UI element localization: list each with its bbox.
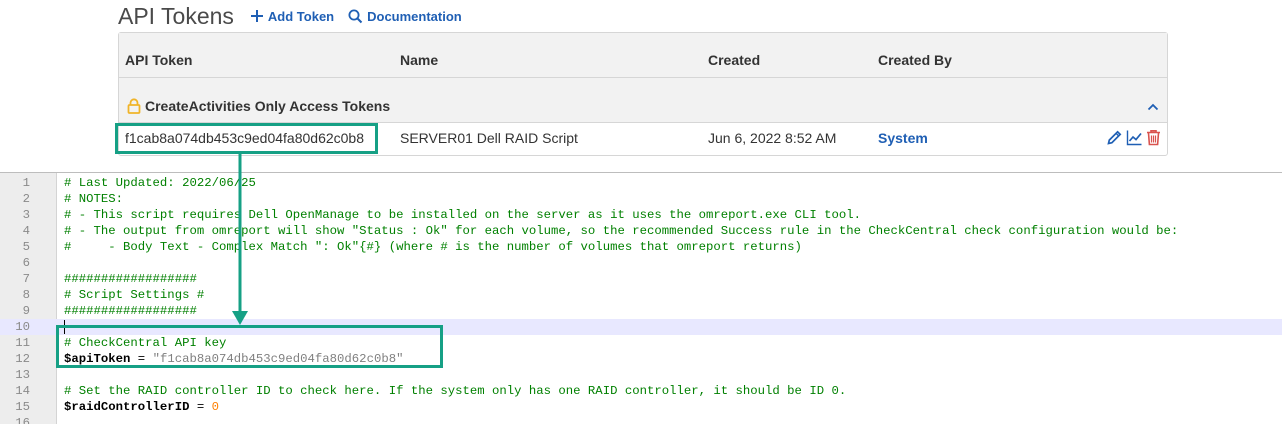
code-line[interactable]: 7 ################## [0, 271, 1282, 287]
code-text: # Last Updated: 2022/06/25 [64, 175, 256, 191]
add-token-button[interactable]: Add Token [250, 9, 334, 24]
table-header: API Token Name Created Created By [119, 33, 1167, 78]
code-text: # Set the RAID controller ID to check he… [64, 383, 846, 399]
code-comment: # - This script requires Dell OpenManage… [64, 208, 861, 222]
line-number: 8 [22, 288, 30, 302]
code-variable: $raidControllerID [64, 400, 190, 414]
pencil-icon[interactable] [1106, 129, 1123, 151]
line-number: 7 [22, 272, 30, 286]
plus-icon [250, 9, 264, 23]
code-line[interactable]: 14 # Set the RAID controller ID to check … [0, 383, 1282, 399]
code-line[interactable]: 15 $raidControllerID = 0 [0, 399, 1282, 415]
line-number: 13 [15, 368, 30, 382]
code-text: # Script Settings # [64, 287, 204, 303]
code-line[interactable]: 2 # NOTES: [0, 191, 1282, 207]
code-comment: # Last Updated: 2022/06/25 [64, 176, 256, 190]
code-comment: # NOTES: [64, 192, 124, 206]
line-number: 1 [22, 176, 30, 190]
chevron-up-icon[interactable] [1147, 98, 1159, 116]
code-comment: # - Body Text - Complex Match ": Ok"{#} … [64, 240, 802, 254]
code-line[interactable]: 4 # - The output from omreport will show … [0, 223, 1282, 239]
code-text: # - This script requires Dell OpenManage… [64, 207, 861, 223]
line-number: 10 [15, 320, 30, 334]
code-number: 0 [211, 400, 219, 414]
code-text: # NOTES: [64, 191, 123, 207]
line-number: 14 [15, 384, 30, 398]
code-operator: = [189, 400, 212, 414]
code-line[interactable]: 8 # Script Settings # [0, 287, 1282, 303]
code-highlight-box [56, 325, 443, 368]
line-number: 5 [22, 240, 30, 254]
code-line[interactable]: 9 ################## [0, 303, 1282, 319]
line-number: 6 [22, 256, 30, 270]
line-number: 2 [22, 192, 30, 206]
lock-icon [127, 98, 141, 114]
code-text: $raidControllerID = 0 [64, 399, 219, 415]
line-number: 9 [22, 304, 30, 318]
line-number: 4 [22, 224, 30, 238]
token-name: SERVER01 Dell RAID Script [400, 130, 578, 146]
page-header: API Tokens Add Token Documentation [118, 0, 470, 32]
token-highlight-box [115, 123, 378, 154]
token-created-by-link[interactable]: System [878, 123, 928, 153]
search-icon [348, 9, 363, 24]
code-comment: ################## [64, 272, 197, 286]
code-editor[interactable]: 1 # Last Updated: 2022/06/25 2 # NOTES: 3 # -… [0, 172, 1282, 424]
line-number: 12 [15, 352, 30, 366]
code-text: # - Body Text - Complex Match ": Ok"{#} … [64, 239, 802, 255]
documentation-label: Documentation [367, 8, 462, 24]
line-number: 11 [15, 336, 30, 350]
code-text: ################## [64, 303, 197, 319]
add-token-label: Add Token [267, 8, 335, 24]
code-comment: # - The output from omreport will show "… [64, 224, 1179, 238]
line-number: 15 [15, 400, 30, 414]
line-number: 3 [22, 208, 30, 222]
token-group-row[interactable]: CreateActivities Only Access Tokens [119, 78, 1167, 123]
documentation-link[interactable]: Documentation [348, 9, 462, 24]
code-comment: ################## [64, 304, 197, 318]
code-comment: # Set the RAID controller ID to check he… [64, 384, 847, 398]
code-line[interactable]: 5 # - Body Text - Complex Match ": Ok"{#}… [0, 239, 1282, 255]
trash-icon[interactable] [1146, 129, 1161, 151]
code-text: ################## [64, 271, 197, 287]
chart-line-icon[interactable] [1126, 129, 1143, 151]
code-line[interactable]: 1 # Last Updated: 2022/06/25 [0, 175, 1282, 191]
row-actions [1106, 129, 1161, 151]
code-comment: # Script Settings # [64, 288, 205, 302]
code-line[interactable]: 3 # - This script requires Dell OpenManag… [0, 207, 1282, 223]
page-title: API Tokens [118, 3, 234, 29]
code-line[interactable]: 6 [0, 255, 1282, 271]
code-line[interactable]: 13 [0, 367, 1282, 383]
token-created-date: Jun 6, 2022 8:52 AM [708, 130, 837, 146]
code-text: # - The output from omreport will show "… [64, 223, 1178, 239]
